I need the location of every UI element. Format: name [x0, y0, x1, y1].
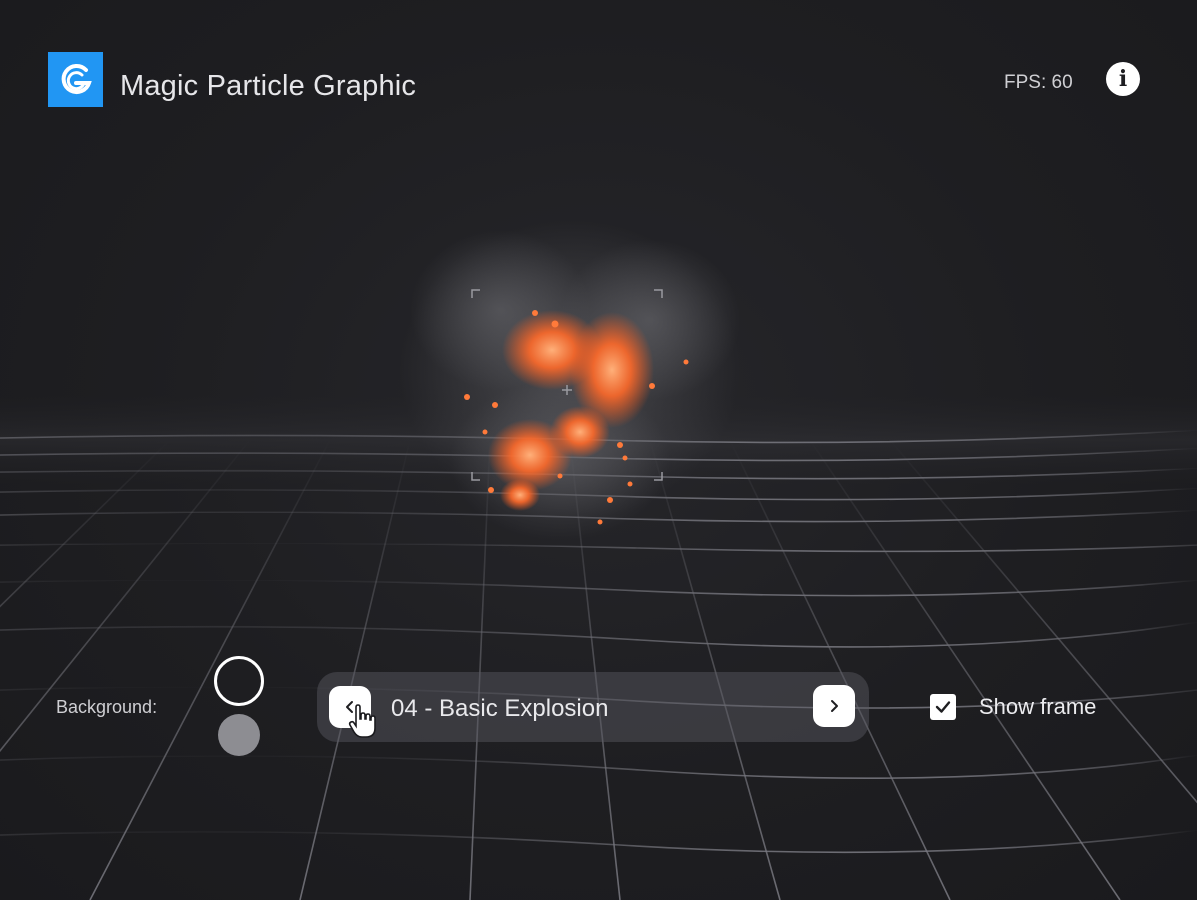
background-swatch-grey[interactable]	[218, 714, 260, 756]
checkmark-icon	[935, 701, 951, 713]
show-frame-checkbox[interactable]	[930, 694, 956, 720]
background-label: Background:	[56, 697, 158, 717]
chevron-right-icon	[831, 700, 838, 712]
explosion-effect	[400, 220, 740, 540]
particle-viewport[interactable]	[0, 0, 1197, 900]
info-button[interactable]: i	[1106, 62, 1140, 96]
hand-cursor-icon	[348, 704, 376, 738]
background-swatch-dark[interactable]	[214, 656, 264, 706]
fps-readout: FPS: 60	[1004, 72, 1073, 93]
info-icon: i	[1118, 66, 1128, 92]
app-title: Magic Particle Graphic	[120, 70, 417, 102]
show-frame-label[interactable]: Show frame	[979, 694, 1096, 720]
effect-name: 04 - Basic Explosion	[391, 695, 609, 722]
next-effect-button[interactable]	[813, 685, 855, 727]
g-logo-icon	[48, 52, 103, 107]
